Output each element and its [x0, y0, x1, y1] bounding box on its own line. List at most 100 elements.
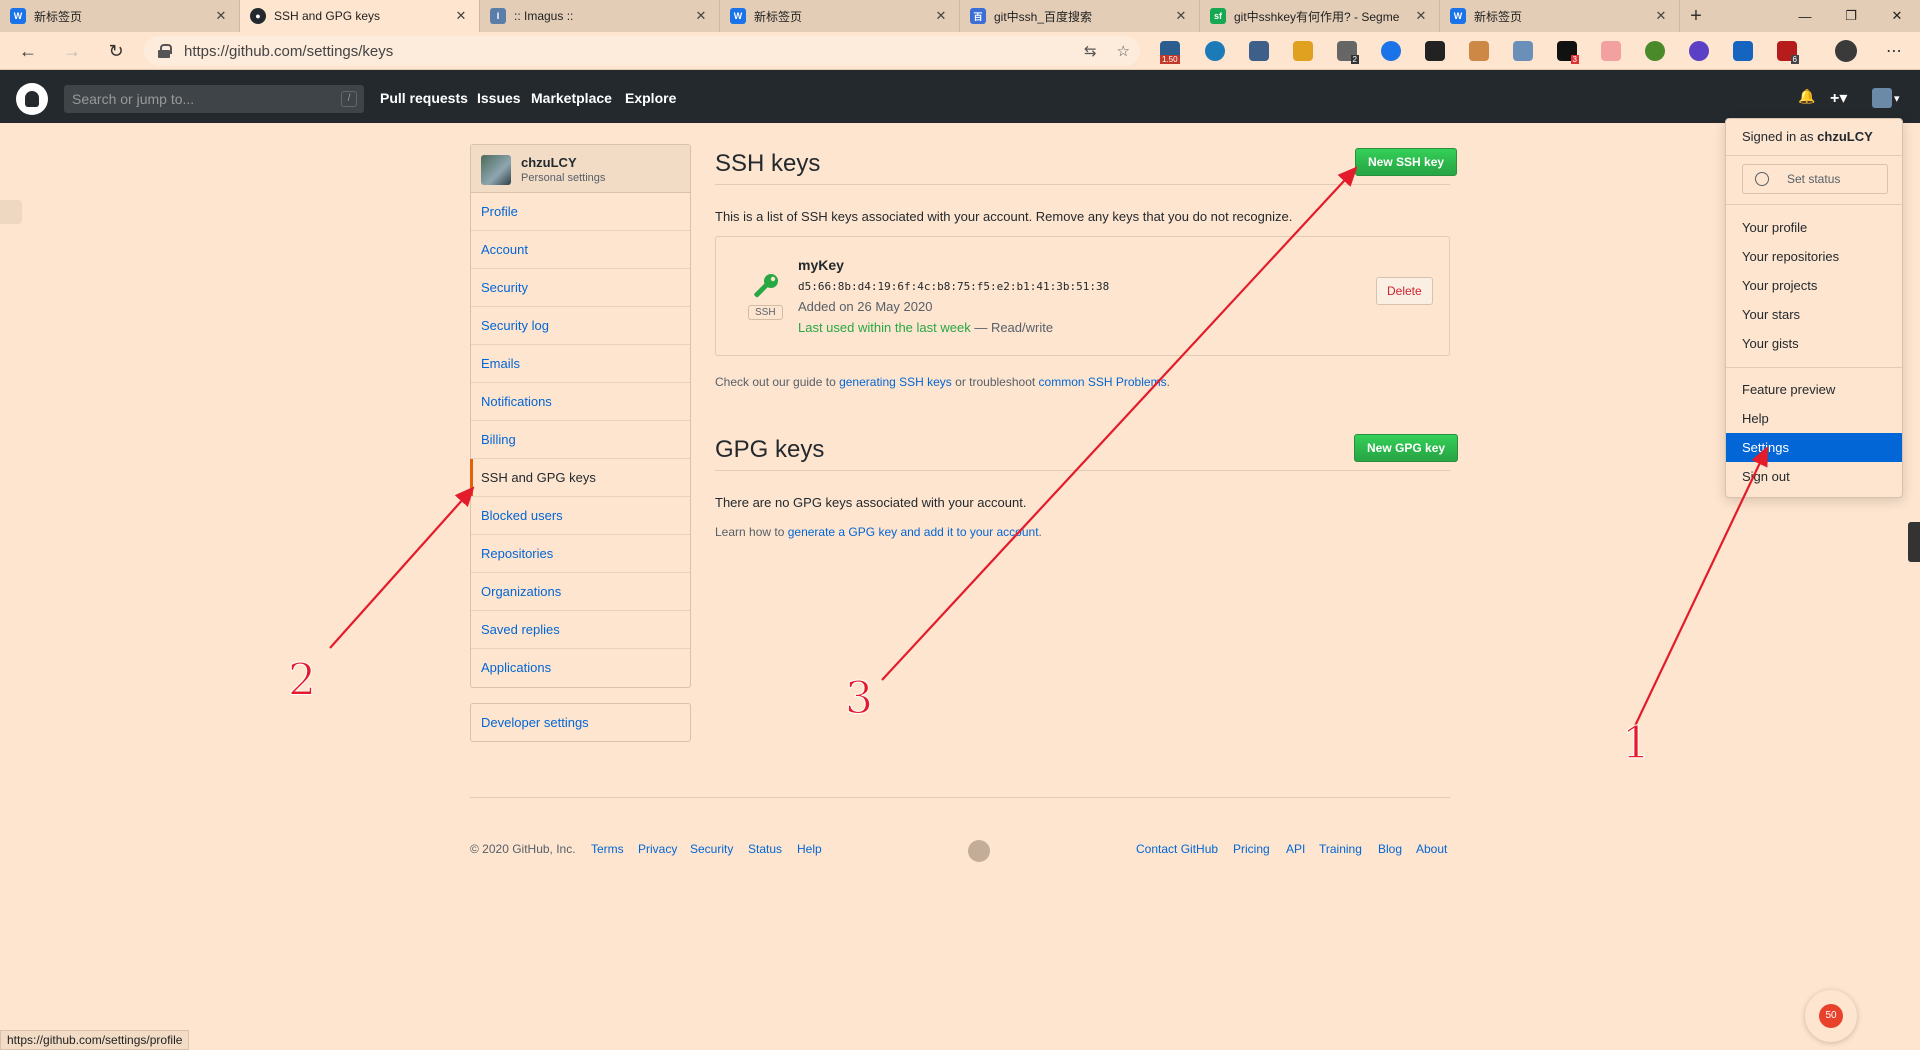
- create-new-icon[interactable]: +▾: [1830, 88, 1847, 108]
- sidebar-item-billing[interactable]: Billing: [471, 421, 690, 459]
- nav-pull-requests[interactable]: Pull requests: [380, 90, 468, 106]
- menu-item-your-repositories[interactable]: Your repositories: [1726, 242, 1902, 271]
- footer-link-blog[interactable]: Blog: [1378, 842, 1402, 856]
- menu-item-your-projects[interactable]: Your projects: [1726, 271, 1902, 300]
- back-button[interactable]: ←: [14, 38, 42, 64]
- bell-icon[interactable]: 🔔: [1798, 88, 1815, 105]
- menu-item-help[interactable]: Help: [1726, 404, 1902, 433]
- close-tab-icon[interactable]: ✕: [1173, 8, 1189, 24]
- sidebar-item-ssh-gpg-keys[interactable]: SSH and GPG keys: [470, 459, 690, 497]
- extension-icon[interactable]: [1469, 41, 1489, 61]
- sidebar-item-security[interactable]: Security: [471, 269, 690, 307]
- close-tab-icon[interactable]: ✕: [693, 8, 709, 24]
- lock-icon: [158, 44, 172, 58]
- extension-icon[interactable]: [1601, 41, 1621, 61]
- extension-icon[interactable]: 1.50: [1160, 41, 1180, 64]
- star-icon[interactable]: ☆: [1117, 42, 1130, 60]
- browser-tab[interactable]: 百 git中ssh_百度搜索 ✕: [960, 0, 1200, 32]
- sidebar-item-profile[interactable]: Profile: [471, 193, 690, 231]
- footer-link-status[interactable]: Status: [748, 842, 782, 856]
- scroll-handle[interactable]: [1908, 522, 1920, 562]
- footer-link-help[interactable]: Help: [797, 842, 822, 856]
- delete-key-button[interactable]: Delete: [1376, 277, 1433, 305]
- browser-tab-active[interactable]: ● SSH and GPG keys ✕: [240, 0, 480, 32]
- chevron-down-icon[interactable]: ▾: [1894, 92, 1900, 105]
- extension-icon[interactable]: [1645, 41, 1665, 61]
- footer-link-training[interactable]: Training: [1319, 842, 1362, 856]
- common-ssh-problems-link[interactable]: common SSH Problems: [1039, 375, 1167, 389]
- set-status-button[interactable]: Set status: [1742, 164, 1888, 194]
- close-window-button[interactable]: ✕: [1874, 0, 1920, 32]
- menu-item-your-profile[interactable]: Your profile: [1726, 213, 1902, 242]
- sidebar-item-saved-replies[interactable]: Saved replies: [471, 611, 690, 649]
- sidebar-item-account[interactable]: Account: [471, 231, 690, 269]
- nav-marketplace[interactable]: Marketplace: [531, 90, 612, 106]
- user-avatar[interactable]: [1872, 88, 1892, 108]
- browser-tab[interactable]: W 新标签页 ✕: [0, 0, 240, 32]
- sidebar-item-emails[interactable]: Emails: [471, 345, 690, 383]
- sidebar-item-blocked-users[interactable]: Blocked users: [471, 497, 690, 535]
- forward-button[interactable]: →: [58, 38, 86, 64]
- github-mark-icon[interactable]: [968, 840, 990, 862]
- extension-icon[interactable]: 3: [1557, 41, 1579, 64]
- sidebar-item-developer-settings[interactable]: Developer settings: [470, 703, 691, 742]
- extension-icon[interactable]: [1425, 41, 1445, 61]
- footer-link-about[interactable]: About: [1416, 842, 1447, 856]
- sidebar-item-repositories[interactable]: Repositories: [471, 535, 690, 573]
- side-collapse-handle[interactable]: [0, 200, 22, 224]
- sidebar-item-notifications[interactable]: Notifications: [471, 383, 690, 421]
- profile-avatar[interactable]: [1835, 40, 1857, 62]
- nav-issues[interactable]: Issues: [477, 90, 521, 106]
- browser-tab[interactable]: I:: Imagus :: ✕: [480, 0, 720, 32]
- minimize-button[interactable]: —: [1782, 0, 1828, 32]
- footer-link-contact[interactable]: Contact GitHub: [1136, 842, 1218, 856]
- menu-item-settings[interactable]: Settings: [1726, 433, 1902, 462]
- extension-icon[interactable]: [1205, 41, 1225, 61]
- generate-gpg-key-link[interactable]: generate a GPG key and add it to your ac…: [788, 525, 1039, 539]
- sidebar-item-applications[interactable]: Applications: [471, 649, 690, 687]
- browser-tab[interactable]: W 新标签页 ✕: [1440, 0, 1680, 32]
- extension-icon[interactable]: 2: [1337, 41, 1359, 64]
- close-tab-icon[interactable]: ✕: [213, 8, 229, 24]
- menu-item-sign-out[interactable]: Sign out: [1726, 462, 1902, 491]
- translate-icon[interactable]: ⇆: [1084, 42, 1097, 60]
- search-input[interactable]: Search or jump to... /: [64, 85, 364, 113]
- extension-icon[interactable]: [1733, 41, 1753, 61]
- extension-icon[interactable]: [1249, 41, 1269, 61]
- footer-link-security[interactable]: Security: [690, 842, 733, 856]
- close-tab-icon[interactable]: ✕: [1653, 8, 1669, 24]
- footer-link-api[interactable]: API: [1286, 842, 1305, 856]
- generating-ssh-keys-link[interactable]: generating SSH keys: [839, 375, 952, 389]
- browser-tab[interactable]: W 新标签页 ✕: [720, 0, 960, 32]
- refresh-button[interactable]: ↻: [102, 38, 130, 64]
- github-logo-icon[interactable]: [16, 83, 48, 115]
- avatar[interactable]: [481, 155, 511, 185]
- browser-tab[interactable]: sf git中sshkey有何作用? - Segme ✕: [1200, 0, 1440, 32]
- sidebar-item-security-log[interactable]: Security log: [471, 307, 690, 345]
- nav-explore[interactable]: Explore: [625, 90, 676, 106]
- more-menu-icon[interactable]: ⋯: [1880, 38, 1908, 64]
- menu-item-your-gists[interactable]: Your gists: [1726, 329, 1902, 358]
- extension-icon[interactable]: [1293, 41, 1313, 61]
- extension-icon[interactable]: [1381, 41, 1401, 61]
- extension-icon[interactable]: 6: [1777, 41, 1799, 64]
- footer-link-privacy[interactable]: Privacy: [638, 842, 677, 856]
- footer-link-pricing[interactable]: Pricing: [1233, 842, 1270, 856]
- sidebar-item-organizations[interactable]: Organizations: [471, 573, 690, 611]
- address-bar[interactable]: https://github.com/settings/keys ⇆ ☆: [144, 36, 1140, 66]
- menu-item-feature-preview[interactable]: Feature preview: [1726, 375, 1902, 404]
- maximize-button[interactable]: ❐: [1828, 0, 1874, 32]
- new-ssh-key-button[interactable]: New SSH key: [1355, 148, 1458, 176]
- footer-link-terms[interactable]: Terms: [591, 842, 624, 856]
- new-gpg-key-button[interactable]: New GPG key: [1354, 434, 1459, 462]
- new-tab-button[interactable]: +: [1680, 0, 1712, 32]
- extension-icon[interactable]: [1513, 41, 1533, 61]
- close-tab-icon[interactable]: ✕: [933, 8, 949, 24]
- menu-item-your-stars[interactable]: Your stars: [1726, 300, 1902, 329]
- close-tab-icon[interactable]: ✕: [1413, 8, 1429, 24]
- extension-icon[interactable]: [1689, 41, 1709, 61]
- close-tab-icon[interactable]: ✕: [453, 8, 469, 24]
- sidebar-username[interactable]: chzuLCY: [521, 155, 577, 170]
- annotation-number-3: 3: [845, 673, 874, 725]
- floating-action-button[interactable]: 50: [1805, 990, 1857, 1042]
